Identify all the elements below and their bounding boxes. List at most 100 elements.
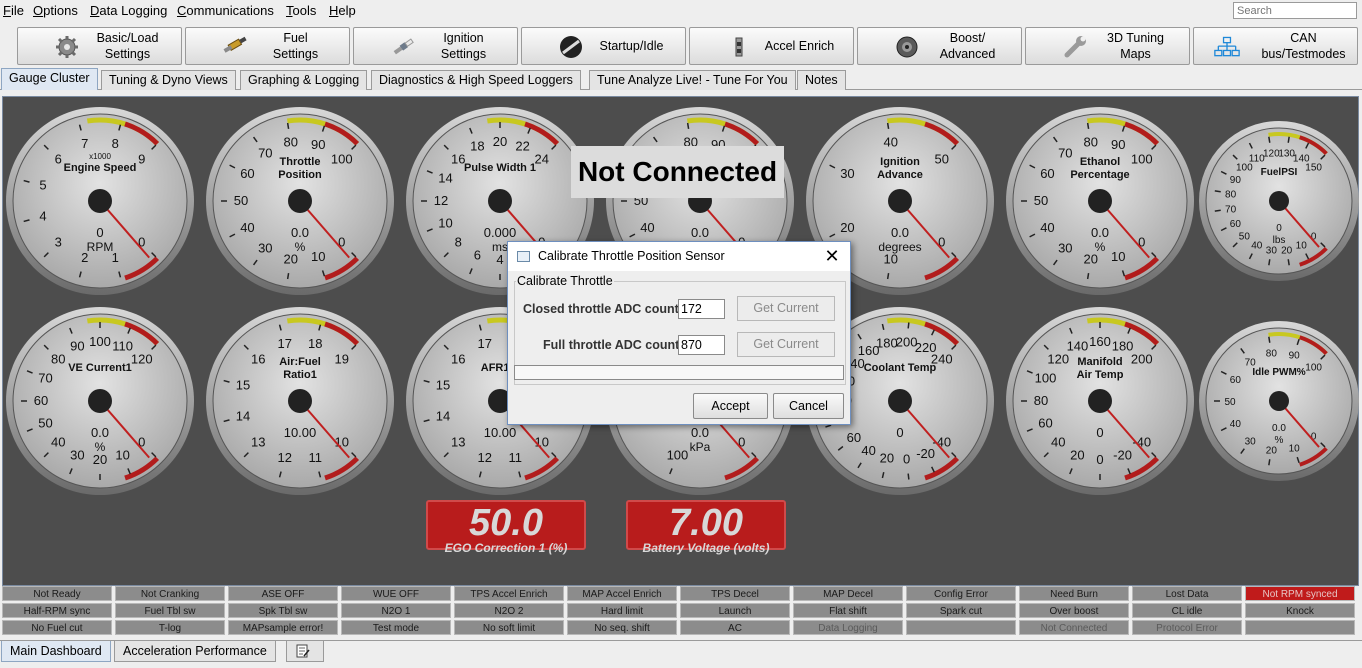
gauge-tick-label: 15 bbox=[436, 378, 450, 393]
status-indicator: MAP Accel Enrich bbox=[567, 586, 677, 601]
gauge-title: Air:Fuel bbox=[279, 356, 321, 368]
gauge-title: FuelPSI bbox=[1261, 167, 1298, 178]
gauge-tick-label: 60 bbox=[1230, 375, 1242, 386]
status-indicator: TPS Decel bbox=[680, 586, 790, 601]
gauge-tick-label: 100 bbox=[1305, 362, 1322, 373]
gauge-tick bbox=[1268, 136, 1271, 143]
gauge-tick-label: 40 bbox=[640, 220, 654, 235]
idle-pwm-gauge: 01020304050607080 90100Idle PWM%0.0% bbox=[1199, 321, 1359, 481]
tab-add-dashboard[interactable] bbox=[286, 641, 324, 662]
gauge-tick bbox=[1268, 336, 1271, 343]
gauge-hub bbox=[488, 189, 512, 213]
gauge-hub bbox=[288, 189, 312, 213]
tab-acceleration-performance[interactable]: Acceleration Performance bbox=[114, 641, 276, 662]
status-indicator: WUE OFF bbox=[341, 586, 451, 601]
status-indicator: Not Cranking bbox=[115, 586, 225, 601]
gauge-value: 0.0 bbox=[891, 225, 909, 240]
gauge-title: Position bbox=[278, 169, 322, 181]
manifold-air-temp-gauge: -40-20020406080100120140 160 180200Manifol… bbox=[1006, 307, 1194, 495]
full-throttle-input[interactable] bbox=[678, 335, 725, 355]
gauge-tick-label: 90 bbox=[1289, 350, 1301, 361]
gauge-tick-label: 11 bbox=[309, 450, 323, 465]
gauge-tick-label: 17 bbox=[477, 336, 491, 351]
gauge-tick bbox=[1086, 122, 1090, 130]
gauge-hub bbox=[888, 189, 912, 213]
gauge-tick-label: 40 bbox=[51, 435, 65, 450]
accept-button[interactable]: Accept bbox=[693, 393, 768, 419]
full-throttle-label: Full throttle ADC count bbox=[543, 338, 680, 352]
gauge-tick-label: 5 bbox=[39, 178, 46, 193]
dialog-title-bar[interactable]: Calibrate Throttle Position Sensor ✕ bbox=[508, 242, 850, 271]
close-icon[interactable]: ✕ bbox=[822, 246, 842, 266]
gauge-tick-label: 14 bbox=[236, 408, 250, 423]
closed-throttle-input[interactable] bbox=[678, 299, 725, 319]
status-indicator: Data Logging bbox=[793, 620, 903, 635]
gauge-tick-label: 150 bbox=[1305, 162, 1322, 173]
gauge-tick-label: 100 bbox=[89, 334, 111, 349]
gauge-tick-label: 50 bbox=[934, 151, 948, 166]
gauge-tick-label: 120 bbox=[1047, 351, 1069, 366]
gauge-tick-label: 100 bbox=[1035, 370, 1057, 385]
gauge-tick-label: 50 bbox=[38, 416, 52, 431]
gauge-tick bbox=[686, 122, 690, 130]
gauge-tick-label: 20 bbox=[493, 134, 507, 149]
gauge-tick-label: 70 bbox=[38, 370, 52, 385]
gauge-tick-label: 50 bbox=[1224, 397, 1236, 408]
gauge-title: Ethanol bbox=[1080, 156, 1120, 168]
get-current-full-button[interactable]: Get Current bbox=[737, 332, 835, 357]
ve-current-gauge: 0102030405060708090 100 110120VE Current10… bbox=[6, 307, 194, 495]
gauge-title: VE Current1 bbox=[68, 362, 132, 374]
status-indicator: Half-RPM sync bbox=[2, 603, 112, 618]
gauge-tick bbox=[1268, 259, 1271, 266]
status-indicator: Spark cut bbox=[906, 603, 1016, 618]
calibration-progress-bar bbox=[514, 365, 844, 380]
gauge-hub bbox=[88, 389, 112, 413]
air-fuel-ratio-gauge: 1011121314151617 1819Air:FuelRatio110.00 bbox=[206, 307, 394, 495]
gauge-tick-label: 6 bbox=[474, 248, 481, 263]
gauge-tick-label: 20 bbox=[1266, 445, 1278, 456]
status-indicator: Not RPM synced bbox=[1245, 586, 1355, 601]
gauge-tick-label: 20 bbox=[880, 451, 894, 466]
gauge-tick-label: 100 bbox=[1131, 151, 1153, 166]
get-current-closed-button[interactable]: Get Current bbox=[737, 296, 835, 321]
gauge-tick-label: 12 bbox=[277, 450, 291, 465]
gauge-tick-label: 14 bbox=[438, 170, 452, 185]
gauge-tick-label: 4 bbox=[496, 252, 503, 267]
status-indicator: Need Burn bbox=[1019, 586, 1129, 601]
gauge-tick bbox=[286, 122, 290, 130]
gauge-tick-label: 20 bbox=[840, 220, 854, 235]
gauge-tick-label: 80 bbox=[1084, 135, 1098, 150]
gauge-unit: ms bbox=[492, 240, 508, 254]
gauge-tick-label: 160 bbox=[1089, 334, 1111, 349]
status-indicator: N2O 2 bbox=[454, 603, 564, 618]
ego-correction-readout: 50.0 EGO Correction 1 (%) bbox=[426, 500, 586, 554]
gauge-tick-label: 90 bbox=[311, 137, 325, 152]
gauge-tick-label: 40 bbox=[1251, 241, 1263, 252]
gauge-tick-label: 80 bbox=[1225, 189, 1237, 200]
gauge-tick-label: 100 bbox=[667, 448, 689, 463]
status-indicator: T-log bbox=[115, 620, 225, 635]
gauge-unit: % bbox=[1275, 435, 1284, 446]
gauge-title: Air Temp bbox=[1077, 369, 1124, 381]
gauge-title: Idle PWM% bbox=[1252, 367, 1305, 378]
gauge-value: 0.0 bbox=[691, 425, 709, 440]
tab-main-dashboard[interactable]: Main Dashboard bbox=[1, 641, 111, 662]
gauge-tick-label: 22 bbox=[515, 138, 529, 153]
dashboard-tab-bar: Main Dashboard Acceleration Performance bbox=[0, 640, 1362, 662]
gauge-tick-label: 15 bbox=[236, 378, 250, 393]
gauge-tick-label: 60 bbox=[1230, 219, 1242, 230]
engine-speed-gauge: 01234567 89x1000Engine Speed0RPM bbox=[6, 107, 194, 295]
gauge-tick-label: 3 bbox=[55, 235, 62, 250]
gauge-tick-label: 90 bbox=[70, 338, 84, 353]
gauge-tick-label: 14 bbox=[436, 408, 450, 423]
status-indicator: Fuel Tbl sw bbox=[115, 603, 225, 618]
gauge-hub bbox=[888, 389, 912, 413]
ego-correction-value: 50.0 bbox=[469, 502, 543, 544]
cancel-button[interactable]: Cancel bbox=[773, 393, 844, 419]
gauge-hub bbox=[1088, 189, 1112, 213]
ego-correction-label: EGO Correction 1 (%) bbox=[444, 541, 568, 555]
gauge-tick-label: 80 bbox=[1034, 393, 1048, 408]
status-indicator: MAP Decel bbox=[793, 586, 903, 601]
gauge-unit: RPM bbox=[87, 240, 114, 254]
gauge-tick-label: 20 bbox=[93, 452, 107, 467]
